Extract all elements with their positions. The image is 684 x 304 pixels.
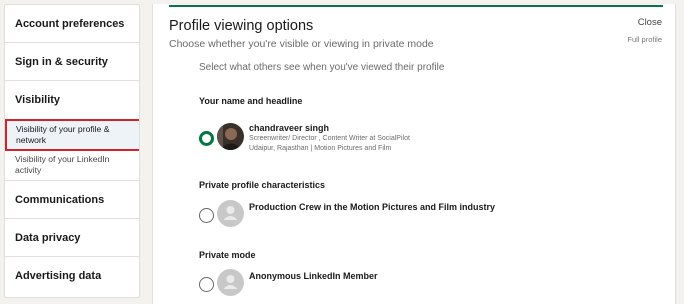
radio-private-mode[interactable] <box>199 277 214 292</box>
option-private-characteristics[interactable]: Production Crew in the Motion Pictures a… <box>199 200 495 227</box>
sidebar-item-label: Visibility <box>15 94 61 106</box>
visibility-subnav: Visibility of your profile & network Vis… <box>5 119 139 181</box>
sidebar-item-data-privacy[interactable]: Data privacy <box>5 219 139 257</box>
option-name-headline[interactable]: chandraveer singh Screenwriter/ Director… <box>199 123 410 154</box>
generic-person-icon <box>217 200 244 227</box>
section-label-private-mode: Private mode <box>199 250 256 260</box>
option-headline: Screenwriter/ Director , Content Writer … <box>249 135 410 142</box>
sidebar-item-advertising-data[interactable]: Advertising data <box>5 257 139 295</box>
close-button[interactable]: Close <box>638 17 662 28</box>
settings-sidebar: Account preferences Sign in & security V… <box>4 4 140 298</box>
sidebar-item-label: Communications <box>15 193 105 206</box>
sidebar-item-account-preferences[interactable]: Account preferences <box>5 5 139 43</box>
option-private-characteristics-text: Production Crew in the Motion Pictures a… <box>249 202 496 212</box>
sidebar-item-communications[interactable]: Communications <box>5 181 139 219</box>
page-subtitle: Choose whether you're visible or viewing… <box>169 38 434 50</box>
instruction-text: Select what others see when you've viewe… <box>199 62 445 73</box>
sidebar-item-label: Advertising data <box>15 270 102 282</box>
sidebar-item-label: Account preferences <box>15 17 125 30</box>
section-label-name-headline: Your name and headline <box>199 96 303 106</box>
section-label-private-characteristics: Private profile characteristics <box>199 180 326 190</box>
sidebar-item-sign-in-security[interactable]: Sign in & security <box>5 43 139 81</box>
full-profile-link[interactable]: Full profile <box>627 35 662 44</box>
option-profile-name: chandraveer singh <box>249 123 330 133</box>
accent-rule <box>169 5 663 7</box>
generic-person-icon <box>217 269 244 296</box>
radio-private-characteristics[interactable] <box>199 208 214 223</box>
sidebar-item-visibility[interactable]: Visibility <box>5 81 139 119</box>
sidebar-item-label: Sign in & security <box>15 55 108 68</box>
radio-name-headline[interactable] <box>199 131 214 146</box>
sidebar-item-label: Data privacy <box>15 231 81 244</box>
option-private-mode-text: Anonymous LinkedIn Member <box>249 271 378 281</box>
subnav-item-label: Visibility of your LinkedIn activity <box>15 154 110 175</box>
page-title: Profile viewing options <box>169 18 314 34</box>
option-location-industry: Udaipur, Rajasthan | Motion Pictures and… <box>249 145 392 152</box>
subnav-item-linkedin-activity-visibility[interactable]: Visibility of your LinkedIn activity <box>5 151 139 180</box>
option-private-mode[interactable]: Anonymous LinkedIn Member <box>199 269 378 296</box>
avatar <box>217 123 244 150</box>
profile-viewing-panel: Profile viewing options Choose whether y… <box>152 4 676 304</box>
subnav-item-profile-network-visibility[interactable]: Visibility of your profile & network <box>5 119 139 151</box>
subnav-item-label: Visibility of your profile & network <box>16 124 110 145</box>
